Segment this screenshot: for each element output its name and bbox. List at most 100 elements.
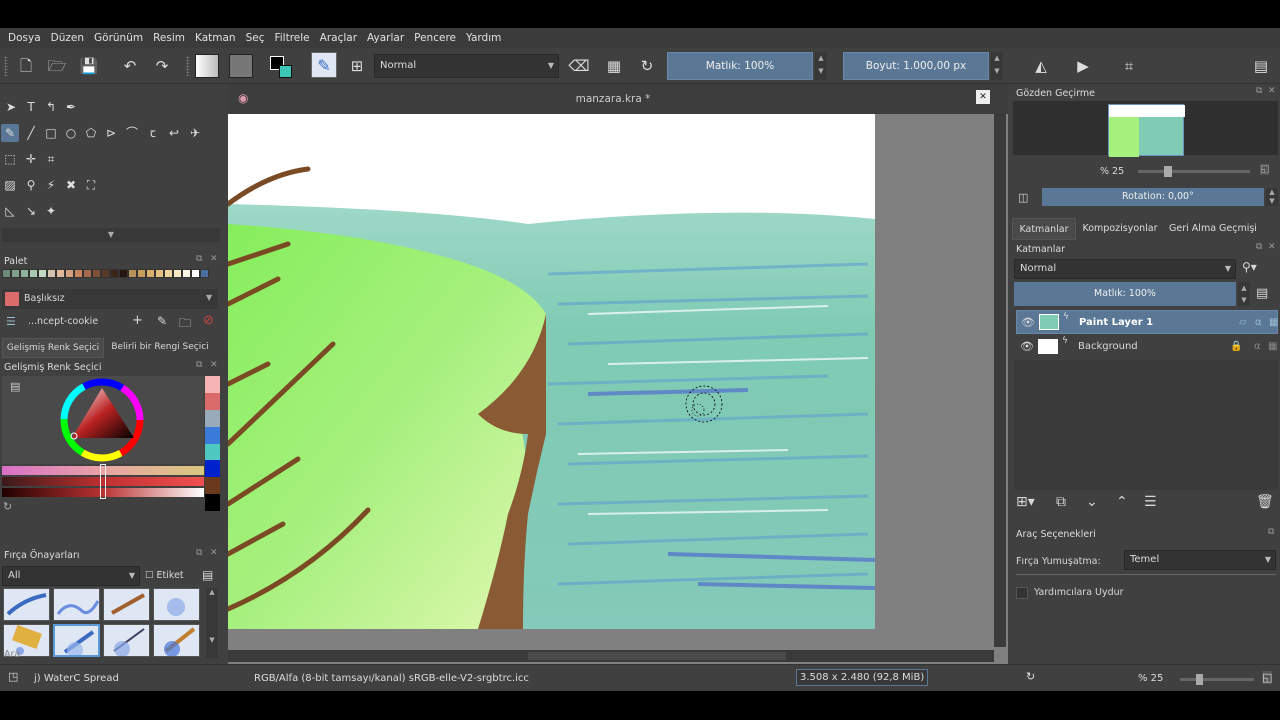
- slider-handle[interactable]: [1196, 674, 1203, 685]
- float-icon[interactable]: ⧉: [196, 548, 202, 558]
- zoom-slider[interactable]: [1180, 674, 1254, 685]
- brush-preset[interactable]: [153, 588, 200, 621]
- redo-icon[interactable]: ↷: [151, 55, 173, 77]
- brush-preset-selected[interactable]: [53, 624, 100, 657]
- view-options-icon[interactable]: ▤: [202, 568, 213, 582]
- palette-swatch[interactable]: [65, 269, 74, 278]
- measure-tool-icon[interactable]: ◺: [1, 202, 19, 220]
- palette-swatch[interactable]: [2, 269, 11, 278]
- move-layer-down-icon[interactable]: ⌄: [1086, 494, 1098, 510]
- palette-swatch[interactable]: [137, 269, 146, 278]
- toolbar-grip[interactable]: [4, 56, 8, 76]
- rotation-spin[interactable]: ▲ ▼: [1266, 188, 1278, 206]
- palette-swatch[interactable]: [164, 269, 173, 278]
- palette-swatch[interactable]: [101, 269, 110, 278]
- calligraphy-icon[interactable]: ✒: [62, 98, 80, 116]
- polyline-tool-icon[interactable]: ⊳: [102, 124, 120, 142]
- layer-properties-icon[interactable]: ☰: [1144, 494, 1157, 510]
- close-icon[interactable]: ✕: [210, 548, 218, 558]
- palette-swatch[interactable]: [146, 269, 155, 278]
- palette-swatch[interactable]: [83, 269, 92, 278]
- rotate-view-icon[interactable]: ↻: [1026, 670, 1035, 683]
- alpha-lock-icon[interactable]: ▦: [603, 55, 625, 77]
- tab-advanced-color[interactable]: Gelişmiş Renk Seçici: [2, 338, 104, 358]
- palette-swatch[interactable]: [128, 269, 137, 278]
- delete-layer-icon[interactable]: 🗑: [1256, 494, 1274, 510]
- move-tool-icon[interactable]: ✛: [22, 150, 40, 168]
- move-layer-up-icon[interactable]: ⌃: [1116, 494, 1128, 510]
- remove-icon[interactable]: ⊘: [203, 313, 214, 328]
- scrollbar-thumb[interactable]: [528, 652, 786, 660]
- reload-preset-icon[interactable]: ↻: [636, 55, 658, 77]
- opacity-spin[interactable]: ▲ ▼: [815, 52, 827, 80]
- palette-swatch[interactable]: [155, 269, 164, 278]
- menu-edit[interactable]: Düzen: [46, 32, 89, 44]
- palette-swatch[interactable]: [74, 269, 83, 278]
- edit-icon[interactable]: ✎: [157, 314, 167, 328]
- opacity-slider[interactable]: Matlık: 100%: [667, 52, 813, 80]
- line-tool-icon[interactable]: ╱: [22, 124, 40, 142]
- palette-swatch[interactable]: [200, 269, 209, 278]
- close-icon[interactable]: ✕: [1268, 86, 1276, 96]
- color-picker-icon[interactable]: ⚲: [22, 176, 40, 194]
- mirror-view-icon[interactable]: ◫: [1018, 191, 1028, 204]
- lock-icon[interactable]: 🔒: [1230, 335, 1242, 359]
- add-layer-icon[interactable]: ⊞▾: [1016, 494, 1035, 510]
- brush-preset-icon[interactable]: ✎: [311, 52, 337, 78]
- eye-icon[interactable]: 👁: [1021, 311, 1035, 335]
- overview-zoom-slider[interactable]: [1138, 166, 1250, 177]
- presets-scrollbar[interactable]: ▲ ▼: [206, 588, 218, 658]
- gradient-tool-icon[interactable]: ▨: [1, 176, 19, 194]
- wrap-around-icon[interactable]: ⌗: [1118, 55, 1140, 77]
- toolbox-expand-toggle[interactable]: ▼: [2, 228, 220, 242]
- pan-tool-icon[interactable]: ✦: [42, 202, 60, 220]
- settings-icon[interactable]: ▤: [10, 380, 20, 393]
- zoom-fit-icon[interactable]: ◱: [1260, 164, 1270, 175]
- tab-layers[interactable]: Katmanlar: [1012, 218, 1076, 240]
- smart-patch-icon[interactable]: ⚡: [42, 176, 60, 194]
- new-document-icon[interactable]: 🗋: [15, 55, 37, 77]
- palette-swatch[interactable]: [119, 269, 128, 278]
- palette-swatch[interactable]: [110, 269, 119, 278]
- layer-menu-icon[interactable]: ▤: [1256, 286, 1268, 301]
- edit-shapes-icon[interactable]: ↰: [42, 98, 60, 116]
- brush-preset[interactable]: [103, 624, 150, 657]
- float-icon[interactable]: ⧉: [1256, 86, 1262, 96]
- freehand-brush-icon[interactable]: ✎: [1, 124, 19, 142]
- open-document-icon[interactable]: 🗁: [46, 55, 68, 77]
- rotation-slider[interactable]: Rotation: 0,00°: [1042, 188, 1264, 206]
- float-icon[interactable]: ⧉: [196, 360, 202, 370]
- folder-icon[interactable]: 🗀: [179, 314, 191, 335]
- palette-swatch[interactable]: [182, 269, 191, 278]
- palette-swatches[interactable]: [2, 269, 218, 287]
- brush-preset[interactable]: [53, 588, 100, 621]
- polygon-tool-icon[interactable]: ⬠: [82, 124, 100, 142]
- bezier-tool-icon[interactable]: ⌒: [123, 124, 141, 142]
- tab-specific-color[interactable]: Belirli bir Rengi Seçici: [108, 338, 212, 358]
- color-swatches[interactable]: [268, 54, 296, 80]
- overview-area[interactable]: [1013, 101, 1278, 157]
- horizontal-scrollbar[interactable]: [228, 650, 994, 662]
- alpha-icon[interactable]: α: [1254, 335, 1261, 359]
- slider-handle[interactable]: [1164, 166, 1172, 177]
- duplicate-layer-icon[interactable]: ⧉: [1056, 494, 1066, 510]
- save-icon[interactable]: 💾: [78, 55, 100, 77]
- close-document-icon[interactable]: ✕: [976, 90, 990, 104]
- layer-row-background[interactable]: 👁 ϟ Background 🔒 α ▦: [1016, 335, 1278, 359]
- assistant-tool-icon[interactable]: ✖: [62, 176, 80, 194]
- size-spin[interactable]: ▲ ▼: [991, 52, 1003, 80]
- palette-swatch[interactable]: [92, 269, 101, 278]
- tab-undo-history[interactable]: Geri Alma Geçmişi: [1166, 218, 1260, 240]
- toolbar-grip[interactable]: [186, 56, 190, 76]
- size-slider[interactable]: Boyut: 1.000,00 px: [843, 52, 989, 80]
- palette-swatch[interactable]: [11, 269, 20, 278]
- painting-canvas[interactable]: [228, 114, 875, 629]
- rectangle-tool-icon[interactable]: □: [42, 124, 60, 142]
- close-icon[interactable]: ✕: [210, 360, 218, 370]
- inherit-alpha-icon[interactable]: ▦: [1269, 311, 1278, 335]
- hue-wheel[interactable]: [58, 376, 146, 464]
- float-icon[interactable]: ⧉: [1256, 242, 1262, 252]
- palette-swatch[interactable]: [20, 269, 29, 278]
- filter-icon[interactable]: ⚲▾: [1242, 260, 1257, 274]
- blend-mode-select[interactable]: Normal ▼: [374, 54, 559, 78]
